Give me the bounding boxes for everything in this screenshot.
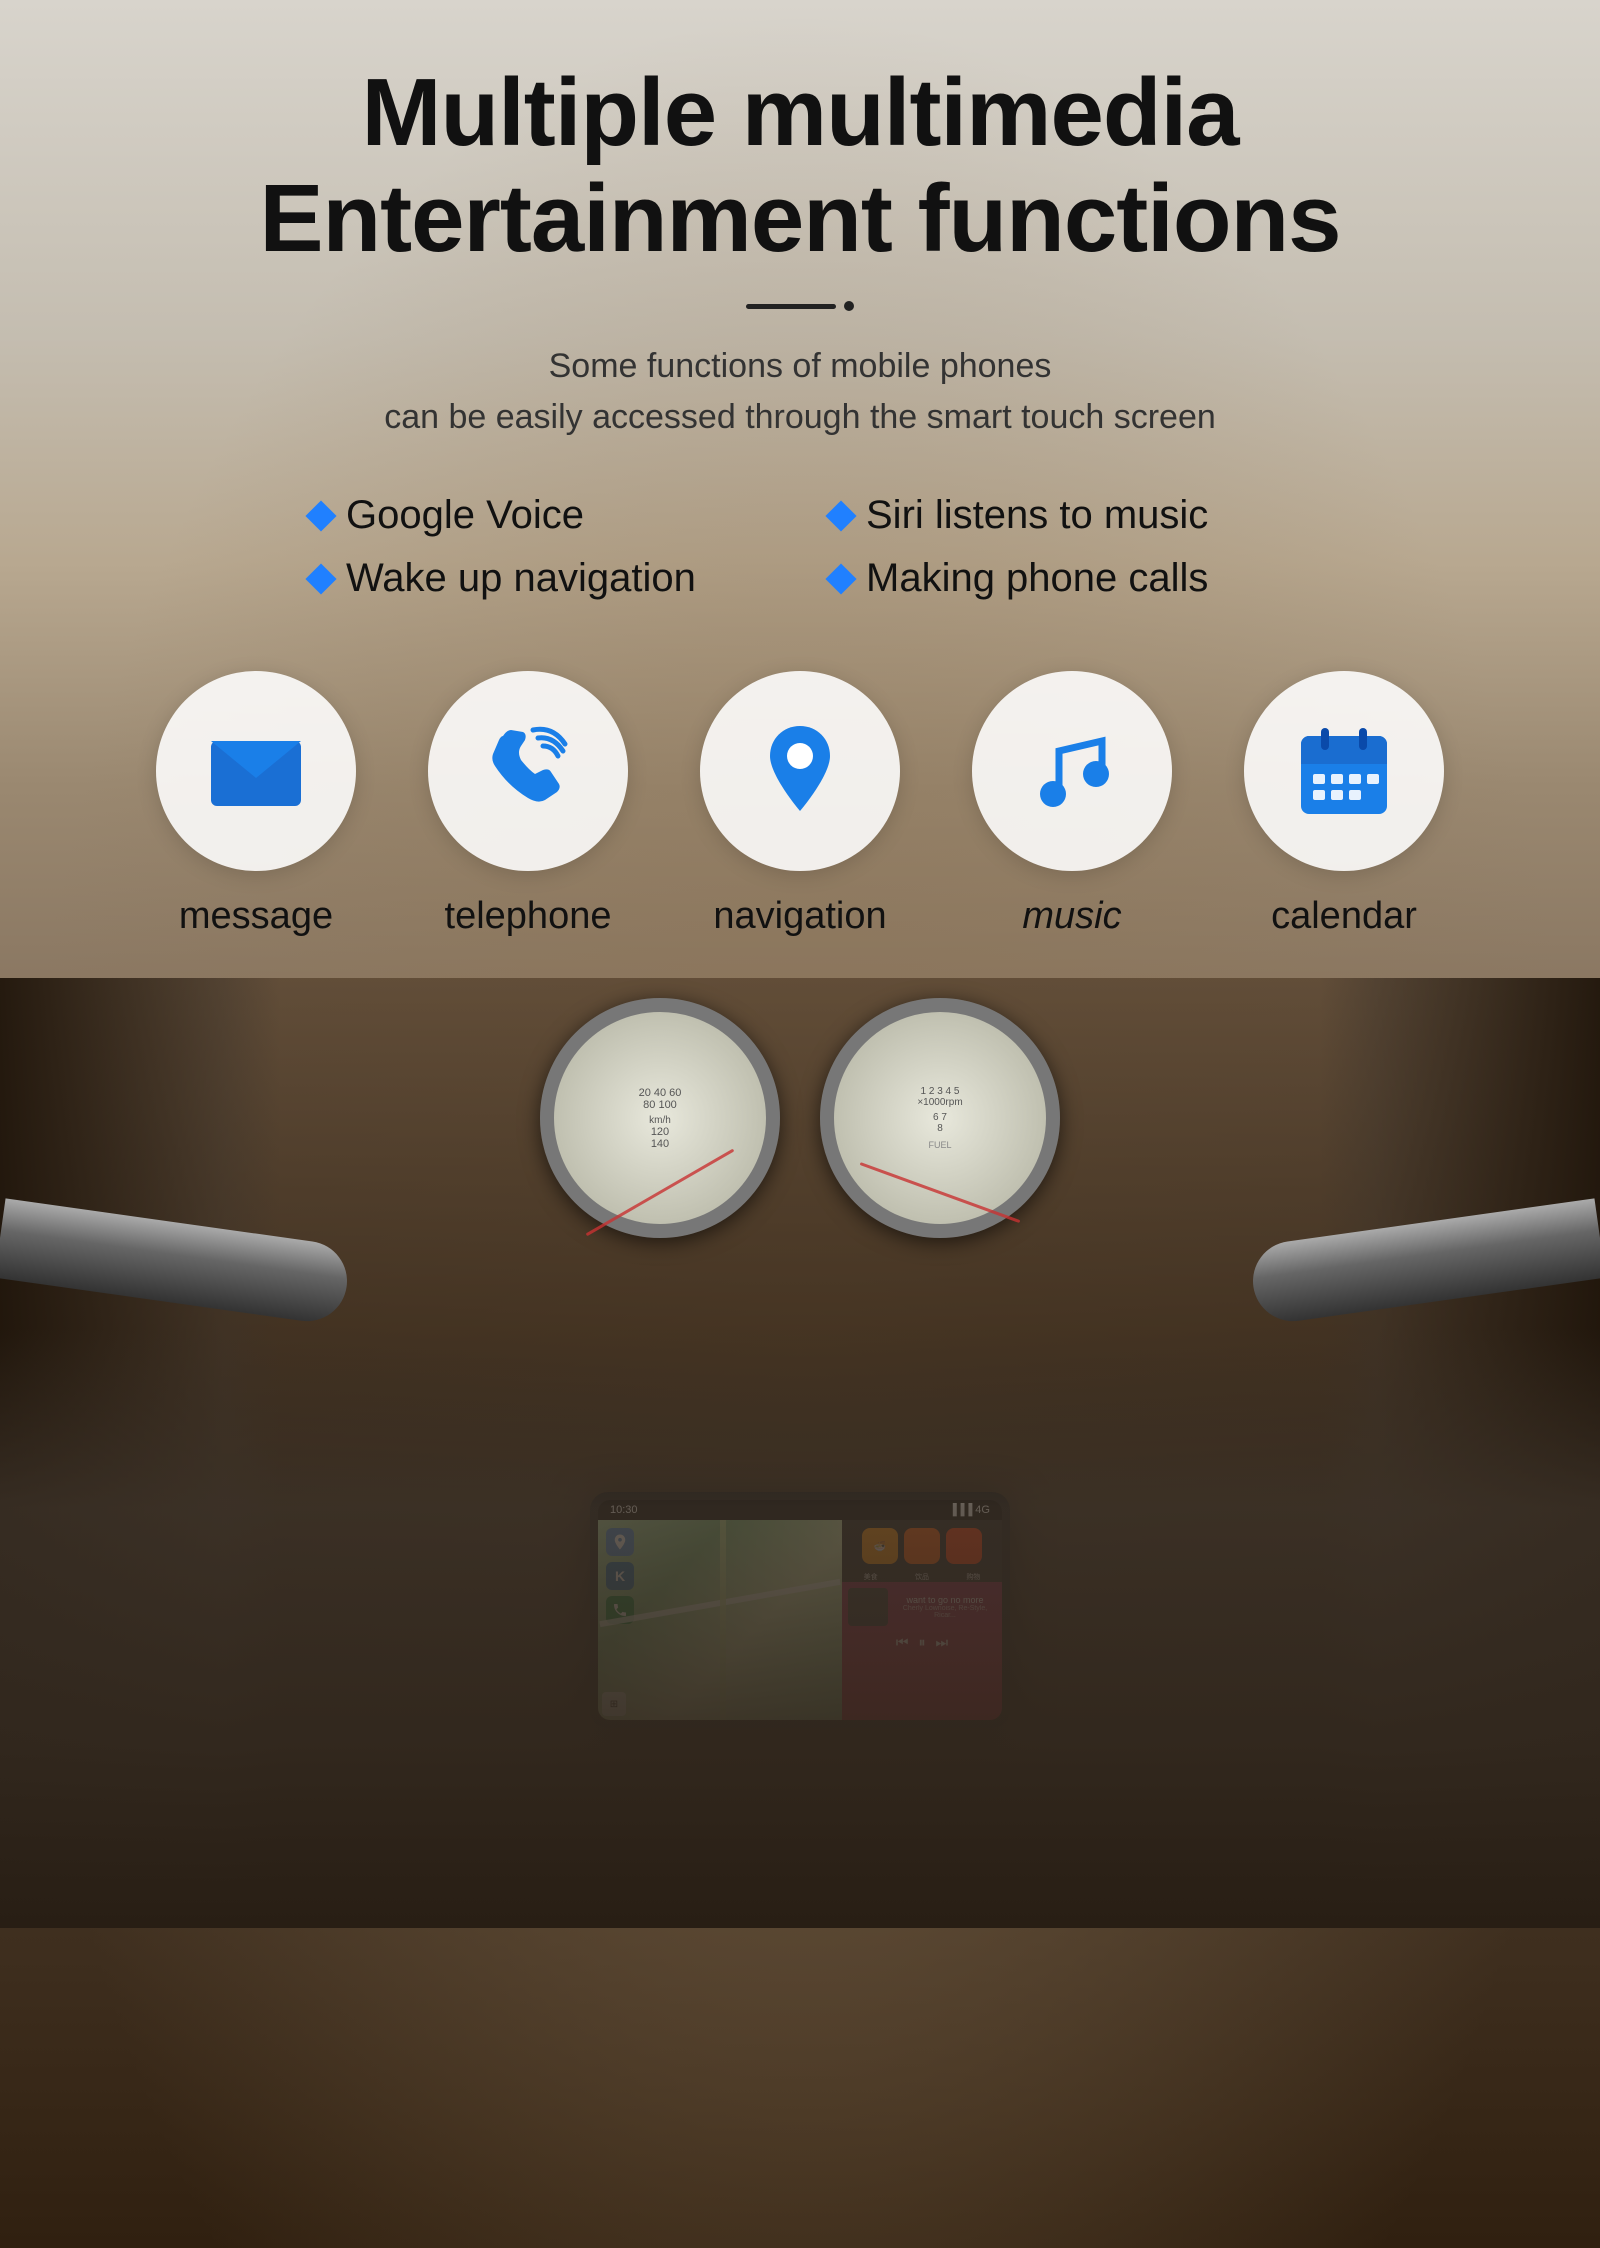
navigation-icon (745, 716, 855, 826)
divider-line (746, 304, 836, 309)
calendar-icon (1289, 716, 1399, 826)
message-label: message (179, 895, 333, 938)
music-label: music (1022, 895, 1121, 938)
diamond-icon (305, 563, 336, 594)
title-line1: Multiple multimedia (361, 59, 1238, 166)
diamond-icon (825, 500, 856, 531)
telephone-icon-circle (428, 671, 628, 871)
page-container: Multiple multimedia Entertainment functi… (0, 0, 1600, 2248)
icon-item-calendar: calendar (1244, 671, 1444, 938)
calendar-label: calendar (1271, 895, 1417, 938)
speedometer-text: 20 40 60 80 100 km/h 120 140 (639, 1087, 682, 1150)
music-icon (1017, 716, 1127, 826)
rpm-gauge: 1 2 3 4 5 ×1000rpm 6 7 8 FUEL (820, 998, 1060, 1238)
feature-label: Making phone calls (866, 556, 1208, 601)
subtitle-line1: Some functions of mobile phones (549, 347, 1052, 385)
road-simulation (0, 1328, 1600, 1928)
page-title: Multiple multimedia Entertainment functi… (80, 60, 1520, 271)
telephone-icon (473, 716, 583, 826)
icon-item-message: message (156, 671, 356, 938)
feature-siri-music: Siri listens to music (830, 493, 1290, 538)
navigation-icon-circle (700, 671, 900, 871)
features-list: Google Voice Siri listens to music Wake … (250, 493, 1350, 601)
feature-label: Google Voice (346, 493, 584, 538)
feature-wake-navigation: Wake up navigation (310, 556, 770, 601)
message-icon (201, 716, 311, 826)
subtitle-line2: can be easily accessed through the smart… (384, 398, 1216, 436)
speedometer-gauge: 20 40 60 80 100 km/h 120 140 (540, 998, 780, 1238)
icon-item-telephone: telephone (428, 671, 628, 938)
feature-phone-calls: Making phone calls (830, 556, 1290, 601)
icon-item-music: music (972, 671, 1172, 938)
gauge-cluster: 20 40 60 80 100 km/h 120 140 1 2 3 4 5 ×… (540, 998, 1060, 1238)
motorcycle-section: 20 40 60 80 100 km/h 120 140 1 2 3 4 5 ×… (0, 978, 1600, 1928)
diamond-icon (825, 563, 856, 594)
feature-label: Wake up navigation (346, 556, 696, 601)
feature-google-voice: Google Voice (310, 493, 770, 538)
main-content: Multiple multimedia Entertainment functi… (0, 0, 1600, 938)
divider (80, 301, 1520, 311)
subtitle: Some functions of mobile phones can be e… (80, 341, 1520, 443)
rpm-text: 1 2 3 4 5 ×1000rpm 6 7 8 FUEL (917, 1086, 962, 1150)
message-icon-circle (156, 671, 356, 871)
telephone-label: telephone (445, 895, 612, 938)
navigation-label: navigation (713, 895, 886, 938)
icon-item-navigation: navigation (700, 671, 900, 938)
music-icon-circle (972, 671, 1172, 871)
function-icons-row: message telephone (80, 671, 1520, 938)
diamond-icon (305, 500, 336, 531)
feature-label: Siri listens to music (866, 493, 1208, 538)
rpm-needle (860, 1162, 1020, 1223)
title-line2: Entertainment functions (259, 165, 1340, 272)
speedometer-needle (586, 1149, 734, 1236)
divider-dot (844, 301, 854, 311)
calendar-icon-circle (1244, 671, 1444, 871)
